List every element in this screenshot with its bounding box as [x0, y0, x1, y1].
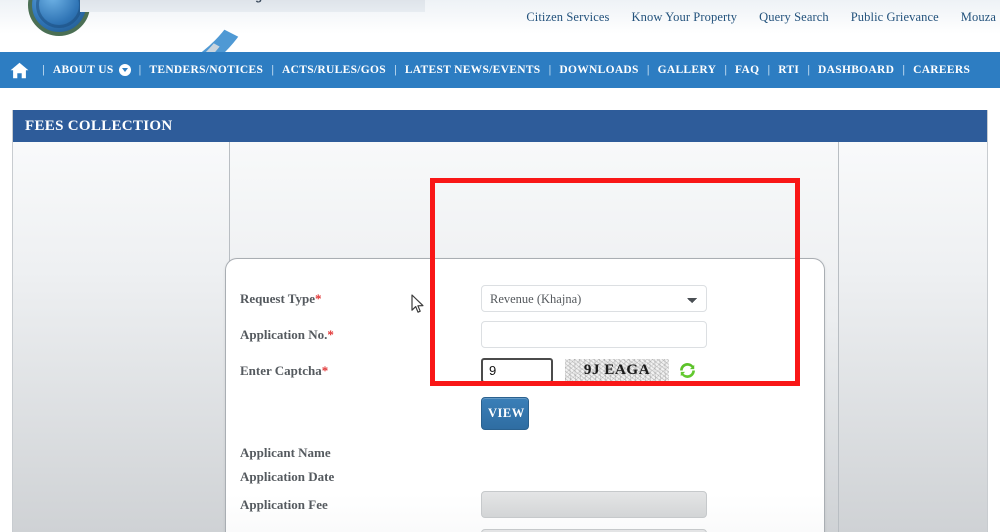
nav-separator: |: [548, 64, 552, 76]
nav-separator: |: [271, 64, 275, 76]
control-view: VIEW: [481, 397, 826, 430]
utility-link-query-search[interactable]: Query Search: [759, 10, 829, 25]
utility-link-citizen-services[interactable]: Citizen Services: [526, 10, 609, 25]
utility-link-know-your-property[interactable]: Know Your Property: [632, 10, 738, 25]
label-request-type-text: Request Type: [240, 290, 315, 306]
nav-item-tenders-notices[interactable]: TENDERS/NOTICES: [147, 64, 265, 76]
page-body: FEES COLLECTION Request Type* Revenue (K…: [0, 88, 1000, 532]
application-no-input[interactable]: [481, 321, 707, 348]
captcha-image-text: 9J EAGA: [583, 362, 651, 378]
form-row-application-date: Application Date: [226, 469, 826, 485]
request-type-select[interactable]: Revenue (Khajna): [481, 285, 707, 312]
required-asterisk: *: [321, 362, 329, 378]
form-row-application-no: Application No.*: [226, 321, 826, 348]
page-title: FEES COLLECTION: [25, 117, 173, 134]
department-title: Land & Land Reforms and Refugee Relief a…: [86, 0, 425, 3]
nav-separator: |: [724, 64, 728, 76]
nav-item-gallery[interactable]: GALLERY: [656, 64, 719, 76]
view-button[interactable]: VIEW: [481, 397, 529, 430]
nav-item-careers[interactable]: CAREERS: [911, 64, 972, 76]
label-enter-captcha: Enter Captcha*: [226, 363, 481, 379]
form-row-applicant-name: Applicant Name: [226, 445, 826, 461]
refresh-icon[interactable]: [678, 361, 697, 380]
nav-item-faq[interactable]: FAQ: [733, 64, 761, 76]
control-request-type: Revenue (Khajna): [481, 285, 826, 312]
site-banner: Land & Land Reforms and Refugee Relief a…: [0, 0, 1000, 52]
label-application-fee: Application Fee: [240, 496, 328, 512]
nav-separator: |: [138, 64, 142, 76]
nav-separator: |: [42, 64, 45, 76]
department-title-strip: Land & Land Reforms and Refugee Relief a…: [80, 0, 425, 12]
utility-nav: Citizen Services Know Your Property Quer…: [526, 10, 1000, 25]
label-application-no: Application No.*: [226, 327, 481, 343]
nav-separator: |: [646, 64, 650, 76]
control-application-no: [481, 321, 826, 348]
main-navigation-bar: | ABOUT US | TENDERS/NOTICES | ACTS/RULE…: [0, 52, 1000, 88]
required-asterisk: *: [315, 290, 322, 306]
control-captcha: 9J EAGA: [481, 358, 826, 383]
captcha-image: 9J EAGA: [565, 358, 669, 383]
application-fee-input: [481, 491, 707, 518]
label-application-date: Application Date: [240, 469, 335, 484]
utility-link-public-grievance[interactable]: Public Grievance: [851, 10, 939, 25]
form-row-request-type: Request Type* Revenue (Khajna): [226, 285, 826, 312]
utility-link-mouza[interactable]: Mouza: [961, 10, 996, 25]
nav-item-dashboard[interactable]: DASHBOARD: [816, 64, 896, 76]
nav-separator: |: [807, 64, 811, 76]
form-row-application-fee: Application Fee: [226, 491, 826, 518]
browser-viewport: Land & Land Reforms and Refugee Relief a…: [0, 0, 1000, 532]
section-header: FEES COLLECTION: [13, 110, 987, 142]
form-row-view: VIEW: [226, 397, 826, 430]
home-icon[interactable]: [2, 52, 36, 88]
nav-label-about-us: ABOUT US: [52, 64, 114, 76]
label-view-spacer: [226, 406, 481, 422]
form-row-captcha: Enter Captcha* 9J EAGA: [226, 358, 826, 383]
captcha-input[interactable]: [481, 358, 553, 383]
chevron-down-icon: [118, 64, 131, 76]
nav-separator: |: [767, 64, 771, 76]
nav-item-latest-news-events[interactable]: LATEST NEWS/EVENTS: [403, 64, 543, 76]
nav-item-downloads[interactable]: DOWNLOADS: [557, 64, 640, 76]
label-request-type: Request Type*: [226, 291, 481, 307]
nav-separator: |: [902, 64, 906, 76]
label-application-no-text: Application No.: [240, 326, 328, 342]
control-application-fee: [481, 491, 826, 518]
fees-collection-form: Request Type* Revenue (Khajna) Applicati…: [225, 258, 825, 532]
nav-item-about-us[interactable]: ABOUT US: [51, 64, 133, 76]
nav-item-acts-rules-gos[interactable]: ACTS/RULES/GOS: [280, 64, 388, 76]
required-asterisk: *: [327, 326, 334, 342]
nav-separator: |: [393, 64, 397, 76]
nav-item-rti[interactable]: RTI: [776, 64, 801, 76]
label-enter-captcha-text: Enter Captcha: [240, 362, 322, 378]
label-applicant-name: Applicant Name: [240, 445, 331, 460]
